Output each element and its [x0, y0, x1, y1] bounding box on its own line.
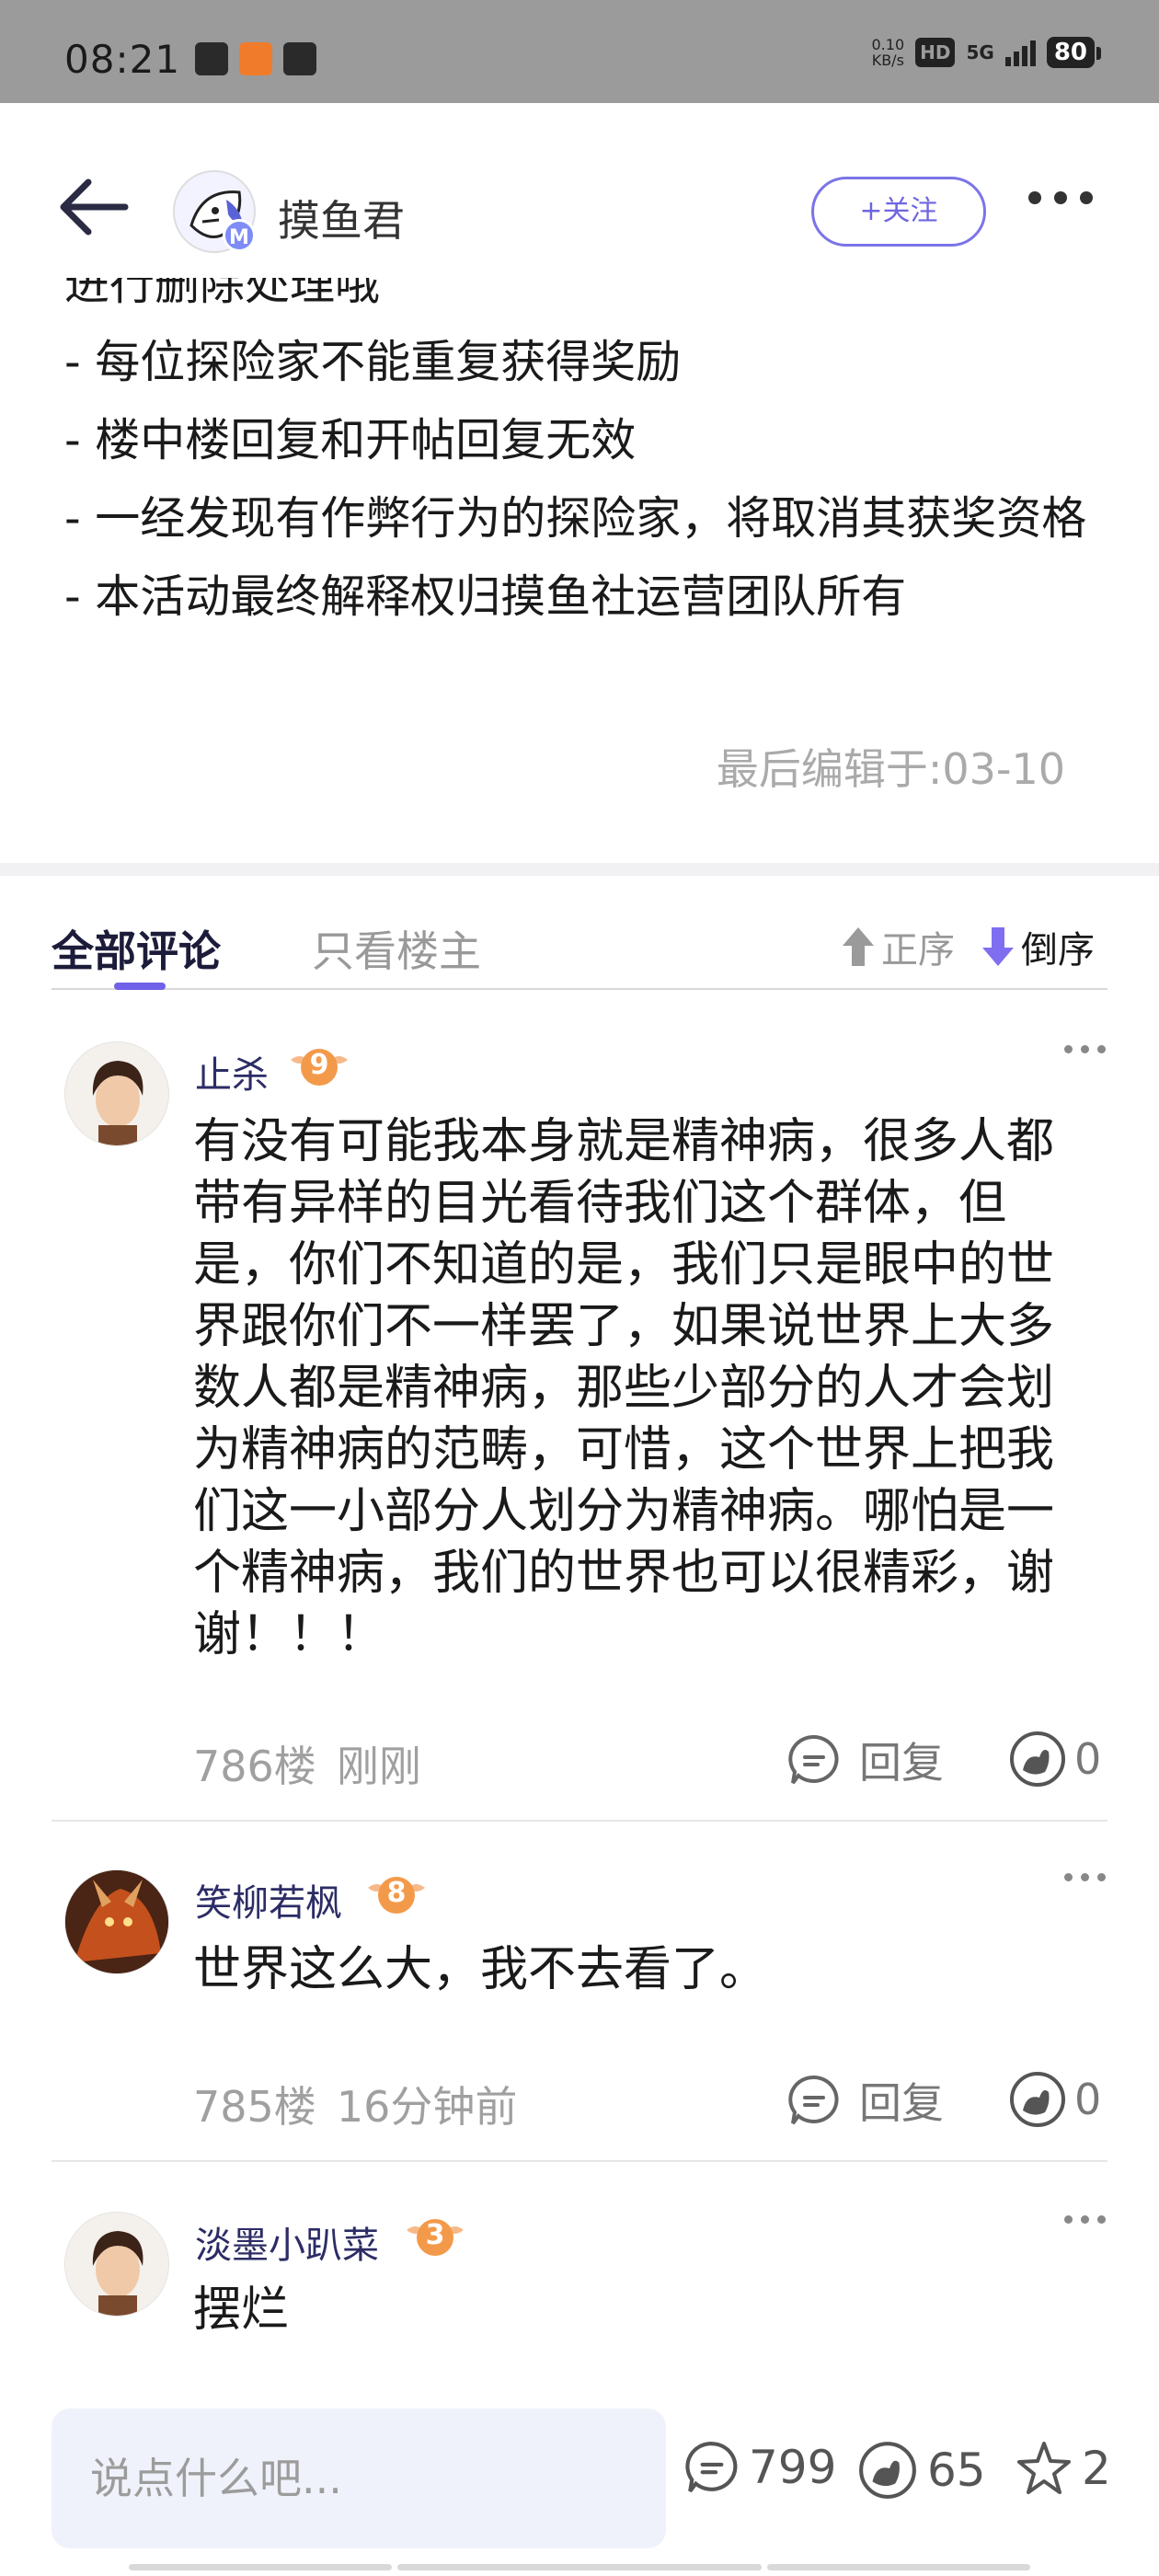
- sort-asc-label: 正序: [881, 929, 955, 972]
- like-paw-icon: [1010, 2072, 1065, 2127]
- level-badge: 9: [287, 1040, 351, 1095]
- favorite-count: 2: [1082, 2442, 1111, 2495]
- comment-input[interactable]: 说点什么吧...: [52, 2409, 666, 2548]
- status-bar: 08:21 0.10 KB/s HD 5G 80: [0, 0, 1159, 103]
- sort-descending-button[interactable]: 倒序: [981, 920, 1095, 973]
- arrow-up-icon: [843, 927, 874, 966]
- comment-count: 799: [749, 2441, 837, 2494]
- network-speed: 0.10 KB/s: [871, 36, 905, 69]
- signal-icon: [1004, 39, 1036, 66]
- reply-label: 回复: [859, 1738, 944, 1788]
- comment-meta: 786楼 刚刚: [193, 1733, 442, 1794]
- status-time: 08:21: [64, 37, 181, 82]
- sort-desc-label: 倒序: [1021, 929, 1095, 972]
- commenter-avatar[interactable]: [64, 1869, 169, 1974]
- calendar-icon: [195, 42, 228, 75]
- last-edited: 最后编辑于:03-10: [716, 744, 1065, 794]
- comment-more-icon[interactable]: [1064, 1873, 1106, 1881]
- reply-button[interactable]: 回复: [787, 2070, 944, 2131]
- comments-count-button[interactable]: 799: [684, 2440, 836, 2495]
- level-badge: 3: [403, 2210, 467, 2265]
- post-body: 进行删除处理哦 - 每位探险家不能重复获得奖励 - 楼中楼回复和开帖回复无效 -…: [64, 245, 1113, 636]
- like-paw-icon: [1010, 1731, 1065, 1787]
- comment-divider: [52, 2160, 1107, 2162]
- commenter-name[interactable]: 笑柳若枫: [195, 1873, 342, 1926]
- network-type: 5G: [966, 41, 994, 63]
- status-app-icons: [195, 42, 316, 75]
- system-nav-bar: [0, 2561, 1159, 2576]
- like-button[interactable]: 0: [1008, 2070, 1101, 2129]
- comment-bubble-icon: [788, 1734, 839, 1785]
- floor-number: 786楼: [193, 1742, 316, 1791]
- sort-ascending-button[interactable]: 正序: [841, 920, 955, 973]
- active-tab-indicator: [114, 983, 166, 990]
- post-line: - 一经发现有作弊行为的探险家，将取消其获奖资格: [64, 492, 1087, 545]
- post-line: - 楼中楼回复和开帖回复无效: [64, 414, 637, 466]
- star-icon: [1017, 2442, 1071, 2494]
- character-avatar-icon: [65, 1042, 168, 1145]
- arrow-down-icon: [982, 927, 1014, 966]
- like-button[interactable]: 0: [1008, 1730, 1101, 1788]
- post-like-button[interactable]: 65: [857, 2440, 986, 2501]
- favorite-button[interactable]: 2: [1016, 2440, 1111, 2497]
- character-avatar-icon: [65, 1870, 168, 1973]
- back-arrow-icon[interactable]: [57, 175, 131, 239]
- comment-more-icon[interactable]: [1064, 2215, 1106, 2224]
- post-line: - 本活动最终解释权归摸鱼社运营团队所有: [64, 570, 907, 623]
- bottom-action-bar: 说点什么吧... 799 65 2: [0, 2386, 1159, 2576]
- character-avatar-icon: [65, 2213, 168, 2316]
- comment-bubble-icon: [788, 2075, 839, 2125]
- like-count: 0: [1074, 2075, 1102, 2124]
- more-options-icon[interactable]: [1028, 191, 1093, 204]
- soul-app-icon: [283, 42, 316, 75]
- floor-number: 785楼: [193, 2082, 316, 2132]
- app-notification-icon: [239, 42, 272, 75]
- level-number: 8: [386, 1877, 407, 1909]
- comment-more-icon[interactable]: [1064, 1045, 1106, 1053]
- level-number: 9: [309, 1049, 329, 1081]
- level-number: 3: [425, 2219, 445, 2251]
- tab-only-op[interactable]: 只看楼主: [312, 918, 481, 979]
- comment-divider: [52, 1820, 1107, 1822]
- comment-tabs: 全部评论 只看楼主 正序 倒序: [52, 911, 1107, 990]
- commenter-name[interactable]: 止杀: [195, 1045, 269, 1098]
- comment-text: 摆烂: [193, 2283, 290, 2338]
- commenter-avatar[interactable]: [64, 1041, 169, 1146]
- comment-time: 16分钟前: [336, 2082, 518, 2132]
- tab-all-comments[interactable]: 全部评论: [52, 918, 221, 979]
- post-header: M 摸鱼君 +关注: [0, 103, 1159, 278]
- post-like-count: 65: [927, 2444, 986, 2497]
- commenter-avatar[interactable]: [64, 2212, 169, 2317]
- commenter-name[interactable]: 淡墨小趴菜: [195, 2215, 379, 2269]
- hd-icon: HD: [915, 38, 956, 67]
- comment-text: 有没有可能我本身就是精神病，很多人都带有异样的目光看待我们这个群体，但是，你们不…: [193, 1114, 1055, 1662]
- comment-text: 世界这么大，我不去看了。: [193, 1942, 768, 1997]
- comment-meta: 785楼 16分钟前: [193, 2074, 537, 2134]
- level-badge: 8: [364, 1868, 429, 1923]
- comment-time: 刚刚: [336, 1742, 421, 1791]
- comment-bubble-icon: [685, 2442, 738, 2493]
- author-name[interactable]: 摸鱼君: [278, 188, 405, 248]
- reply-button[interactable]: 回复: [787, 1730, 944, 1790]
- follow-button[interactable]: +关注: [811, 177, 986, 247]
- status-indicators: 0.10 KB/s HD 5G 80: [871, 36, 1102, 69]
- section-separator: [0, 863, 1159, 876]
- like-count: 0: [1074, 1734, 1102, 1784]
- verified-badge: M: [223, 219, 256, 252]
- reply-label: 回复: [859, 2078, 944, 2128]
- like-paw-icon: [859, 2442, 916, 2499]
- post-line: - 每位探险家不能重复获得奖励: [64, 336, 682, 388]
- battery-icon: 80: [1046, 37, 1102, 68]
